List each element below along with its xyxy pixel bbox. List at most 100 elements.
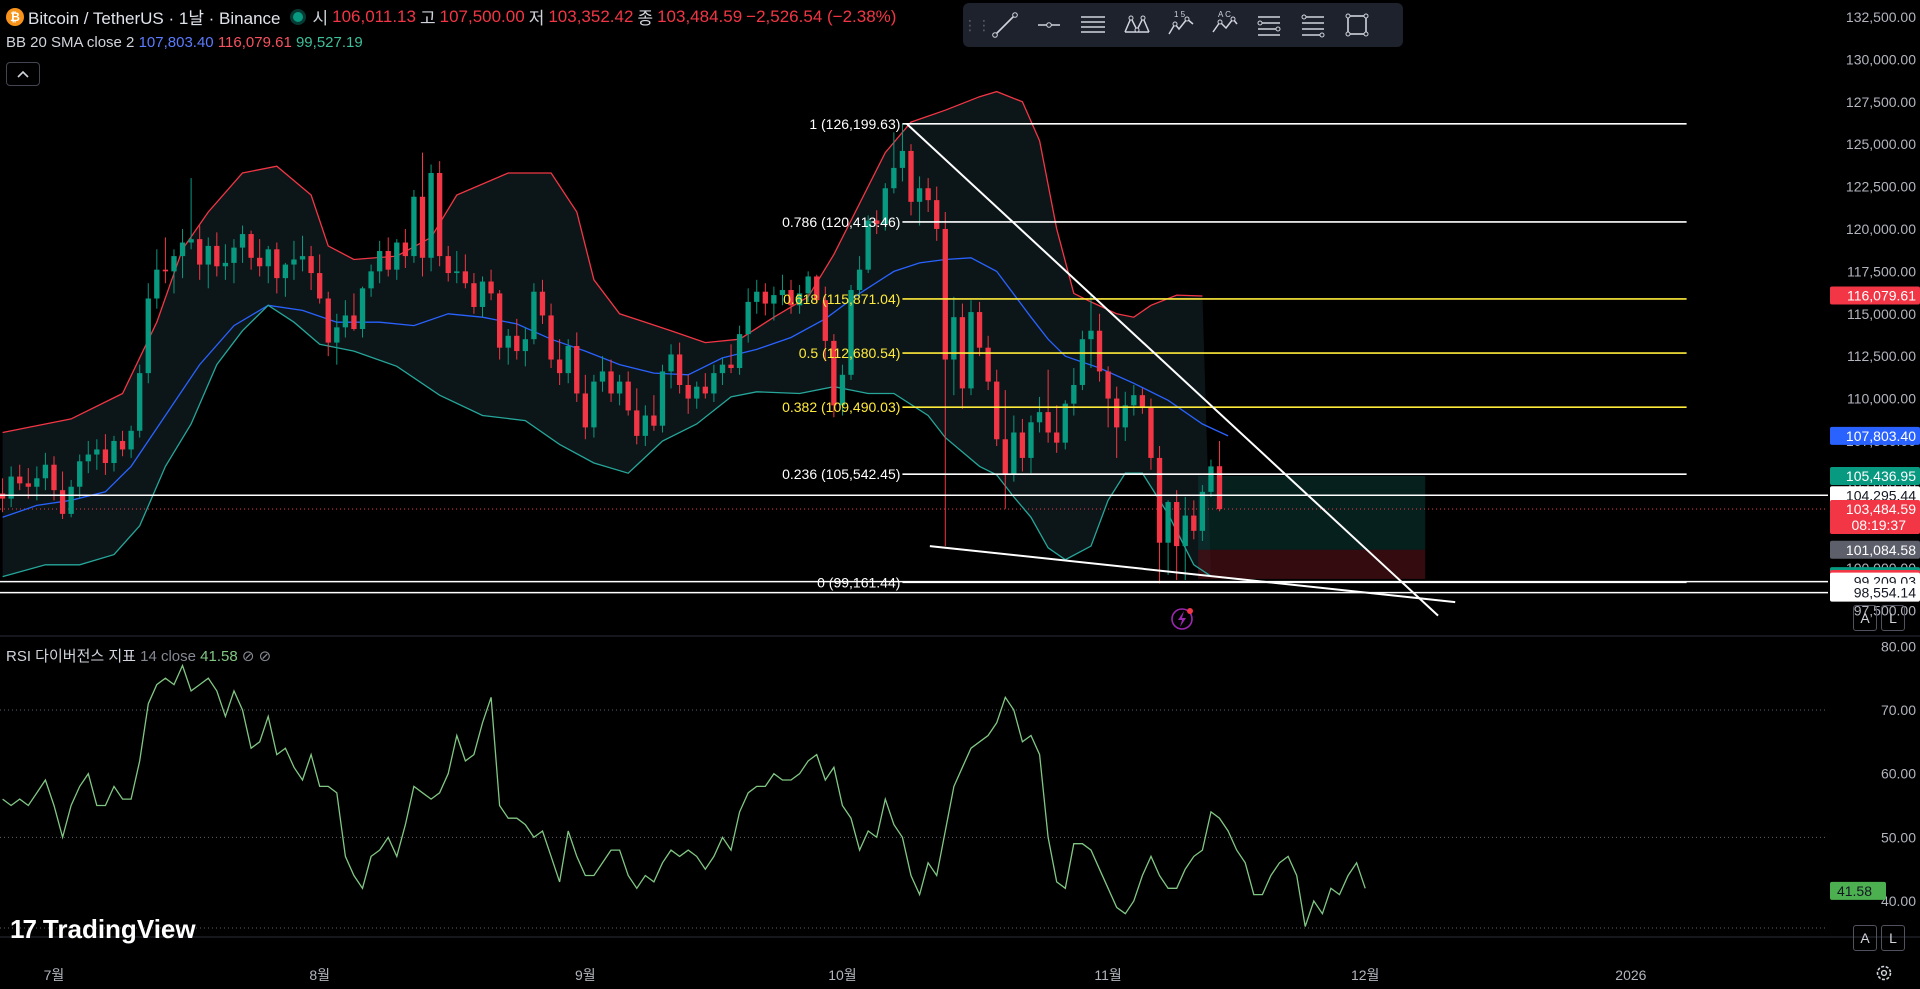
- price-tick-label: 110,000.00: [1847, 391, 1916, 407]
- candle-body: [531, 291, 537, 340]
- candle-body: [454, 271, 460, 274]
- rsi-legend[interactable]: RSI 다이버전스 지표 14 close 41.58 ⊘ ⊘: [6, 645, 271, 666]
- time-tick-label: 2026: [1615, 967, 1646, 983]
- bb-legend[interactable]: BB 20 SMA close 2 107,803.40 116,079.61 …: [6, 34, 363, 51]
- candle-body: [1036, 412, 1043, 423]
- chart-canvas[interactable]: 1 (126,199.63) 0.786 (120,413.46) 0.618 (1…: [0, 0, 1920, 989]
- candle-body: [668, 354, 674, 372]
- candle-body: [736, 334, 743, 369]
- candle-body: [1062, 403, 1068, 443]
- candle: [1208, 459, 1214, 497]
- hidden-value-icon: ⊘: [258, 648, 272, 665]
- candle: [754, 279, 760, 314]
- rsi-params: 14 close: [140, 648, 196, 665]
- candle-body: [1088, 330, 1094, 340]
- price-tick-label: 127,500.00: [1846, 94, 1916, 110]
- fib-extension-button[interactable]: [1291, 7, 1335, 43]
- parallel-channel-button[interactable]: [1071, 7, 1115, 43]
- candle-body: [325, 298, 331, 343]
- rsi-line: [2, 663, 1366, 927]
- abc-pattern-icon: A C: [1212, 10, 1238, 33]
- bb-upper-value: 116,079.61: [217, 34, 292, 51]
- symbol-title[interactable]: Bitcoin / TetherUS · 1날 · Binance: [28, 4, 281, 29]
- candle-body: [522, 339, 529, 352]
- abc-pattern-button[interactable]: A C: [1203, 7, 1247, 43]
- candle: [1079, 330, 1086, 391]
- bb-label: BB 20 SMA close 2: [6, 34, 135, 51]
- market-status-icon: [292, 11, 303, 22]
- parallel-channel-icon: [1081, 16, 1105, 33]
- horizontal-ray-button[interactable]: [1027, 7, 1071, 43]
- price-tick-label: 117,500.00: [1847, 263, 1916, 279]
- tradingview-logo[interactable]: 17 TradingView: [10, 914, 196, 945]
- candle-body: [102, 449, 109, 464]
- rsi-tick-label: 40.00: [1881, 893, 1916, 909]
- candle: [1156, 446, 1163, 584]
- rsi-legend-value: 41.58: [200, 648, 238, 665]
- price-tick-label: 125,000.00: [1846, 136, 1916, 152]
- candle-body: [411, 196, 417, 257]
- collapse-legend-button[interactable]: [6, 62, 40, 86]
- log-scale-button[interactable]: L: [1881, 605, 1905, 631]
- candle-body: [85, 454, 91, 462]
- price-tick-label: 112,500.00: [1847, 348, 1916, 364]
- elliott-wave-button[interactable]: 1 5: [1159, 7, 1203, 43]
- candle-body: [659, 371, 666, 426]
- fib-retracement-icon: [1257, 16, 1281, 36]
- candle-body: [745, 301, 751, 335]
- low-value: 103,352.42: [548, 6, 634, 26]
- tradingview-mark-icon: 17: [10, 914, 37, 944]
- fib-level-label: 0 (99,161.44): [817, 574, 900, 590]
- chevron-up-icon: [17, 70, 29, 78]
- candle: [531, 283, 537, 345]
- candle-body: [462, 271, 469, 284]
- candle-body: [445, 256, 451, 274]
- candle-body: [548, 315, 554, 360]
- settings-button[interactable]: [1873, 962, 1895, 984]
- rectangle-button[interactable]: [1335, 7, 1379, 43]
- time-tick-label: 7월: [44, 967, 65, 983]
- svg-text:1 5: 1 5: [1174, 10, 1186, 19]
- candle-body: [317, 273, 323, 299]
- bb-band-fill: [2, 91, 1212, 577]
- candle-body: [308, 256, 314, 274]
- candle-body: [385, 251, 391, 270]
- candle-body: [402, 242, 409, 257]
- candle-body: [239, 234, 246, 248]
- candle-body: [197, 239, 203, 265]
- price-tag-label: 116,079.61: [1847, 287, 1916, 303]
- candle-body: [1182, 515, 1188, 547]
- close-label: 종: [637, 9, 654, 28]
- price-tick-label: 132,500.00: [1846, 9, 1916, 25]
- candle: [1174, 490, 1180, 581]
- rsi-auto-scale-button[interactable]: A: [1853, 925, 1877, 951]
- candle-body: [994, 381, 1000, 440]
- trend-line-button[interactable]: [983, 7, 1027, 43]
- candle-body: [111, 440, 117, 464]
- candle-body: [77, 461, 83, 487]
- candle-body: [351, 315, 357, 330]
- candle: [145, 283, 151, 384]
- drag-handle-icon[interactable]: ⋮⋮: [963, 17, 991, 34]
- candle-body: [214, 245, 220, 267]
- close-value: 103,484.59: [657, 6, 743, 26]
- candle-body: [976, 312, 983, 348]
- fib-retracement-button[interactable]: [1247, 7, 1291, 43]
- pattern-button[interactable]: [1115, 7, 1159, 43]
- rsi-log-scale-button[interactable]: L: [1881, 925, 1905, 951]
- candle-body: [599, 371, 606, 382]
- candle-body: [685, 384, 691, 399]
- rsi-value-label: 41.58: [1837, 883, 1872, 899]
- price-tick-label: 122,500.00: [1846, 179, 1916, 195]
- candle-body: [608, 371, 614, 394]
- open-value: 106,011.13: [332, 6, 416, 26]
- candle-body: [625, 381, 631, 411]
- candle-body: [651, 415, 657, 426]
- candle-body: [1045, 412, 1051, 433]
- candle-body: [574, 345, 580, 394]
- auto-scale-button[interactable]: A: [1853, 605, 1877, 631]
- time-tick-label: 8월: [309, 967, 330, 983]
- time-tick-label: 9월: [575, 967, 596, 983]
- bitcoin-icon: ₿: [6, 7, 24, 26]
- candle-body: [891, 167, 897, 189]
